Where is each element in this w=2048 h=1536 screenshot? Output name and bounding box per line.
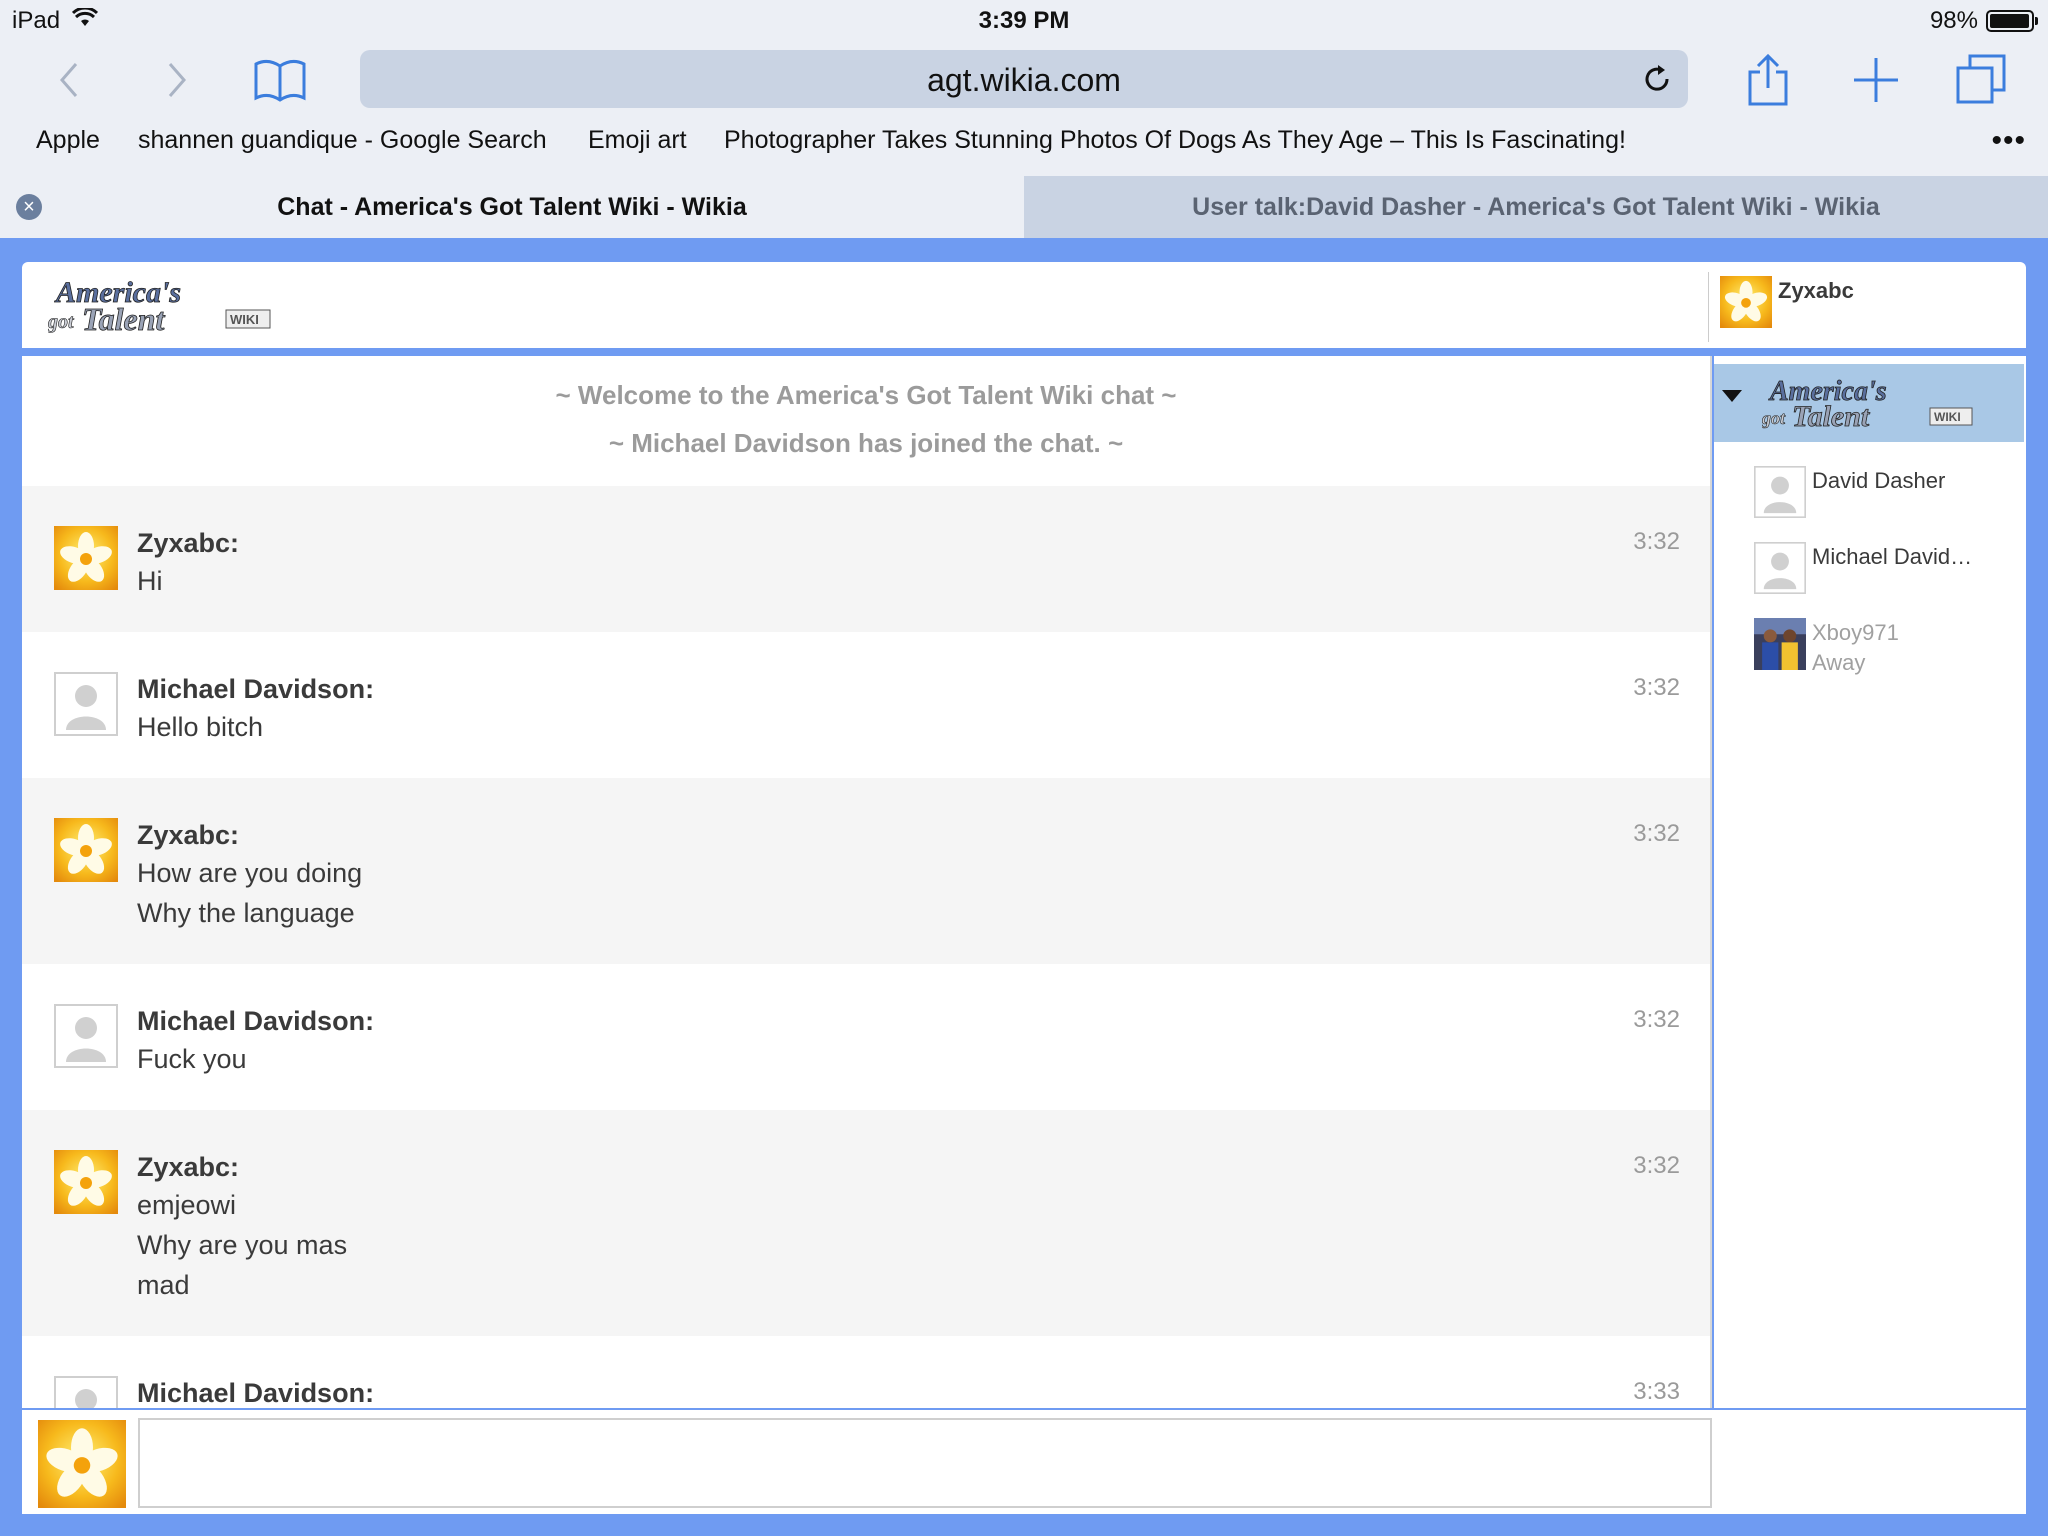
favorite-link[interactable]: Apple [36,126,100,155]
svg-text:WIKI: WIKI [1934,410,1961,424]
share-icon[interactable] [1738,50,1798,110]
chat-message: Michael Davidson: 3:33 [22,1336,1710,1408]
chat-message: Zyxabc: 3:32 emjeowi Why are you mas mad [22,1110,1710,1336]
message-text: mad [137,1270,190,1300]
chat-header: America's got Talent WIKI Zyxabc [22,262,2026,348]
user-avatar[interactable] [54,672,118,736]
user-avatar [1754,466,1806,518]
url-text: agt.wikia.com [927,62,1121,98]
user-list-item[interactable]: Michael David… [1754,542,2024,602]
tab-strip: × Chat - America's Got Talent Wiki - Wik… [0,176,2048,238]
message-text: How are you doing [137,858,363,888]
message-author[interactable]: Michael Davidson: [137,674,374,705]
battery-icon [1986,10,2038,32]
user-status: Away [1812,650,1866,675]
browser-chrome: iPad 3:39 PM 98% agt.wikia.com Apple sha… [0,0,2048,238]
message-time: 3:33 [1633,1378,1680,1405]
svg-text:got: got [48,311,75,333]
user-name: Michael David… [1812,544,1973,569]
message-text: Why the language [137,898,355,928]
svg-text:got: got [1762,408,1786,428]
user-list-panel: America's got Talent WIKI David Dasher M… [1714,356,2026,1408]
divider [1708,272,1709,342]
message-time: 3:32 [1633,674,1680,701]
reload-icon[interactable] [1640,62,1674,96]
svg-text:WIKI: WIKI [230,312,259,327]
message-input[interactable] [138,1418,1712,1508]
message-time: 3:32 [1633,528,1680,555]
user-avatar [1754,542,1806,594]
favorites-bar: Apple shannen guandique - Google Search … [0,122,2048,162]
message-text: Why are you mas [137,1230,348,1260]
room-header[interactable]: America's got Talent WIKI [1714,364,2024,442]
favorite-link[interactable]: Photographer Takes Stunning Photos Of Do… [724,126,1626,155]
user-avatar [1754,618,1806,670]
message-text: Fuck you [137,1044,247,1074]
message-text: Hello bitch [137,712,264,742]
message-author[interactable]: Michael Davidson: [137,1378,374,1408]
agt-wiki-logo: America's got Talent WIKI [1762,376,1973,433]
message-author[interactable]: Zyxabc: [137,528,239,559]
battery-percent: 98% [1929,7,1978,34]
chat-message: Zyxabc: 3:32 Hi [22,486,1710,632]
system-message: ~ Michael Davidson has joined the chat. … [608,428,1124,458]
message-composer [22,1410,2026,1514]
favorite-link[interactable]: Emoji art [588,126,687,155]
tabs-overview-icon[interactable] [1952,50,2012,110]
svg-text:Talent: Talent [82,301,166,337]
user-list-item[interactable]: David Dasher [1754,466,2024,526]
more-favorites-icon[interactable]: ••• [1991,124,2026,158]
user-list-item[interactable]: Xboy971 Away [1754,618,2024,678]
svg-text:Talent: Talent [1792,400,1871,433]
message-author[interactable]: Zyxabc: [137,1152,239,1183]
user-avatar[interactable] [54,1376,118,1408]
tab-title: User talk:David Dasher - America's Got T… [1192,193,1880,221]
user-name: Xboy971 [1812,620,1899,645]
chat-page: America's got Talent WIKI Zyxabc ~ Welco… [0,238,2048,1536]
bookmarks-book-icon[interactable] [250,50,310,110]
clock: 3:39 PM [978,7,1070,34]
message-time: 3:32 [1633,820,1680,847]
user-avatar[interactable] [54,818,118,882]
status-bar: iPad 3:39 PM 98% [0,0,2048,40]
message-author[interactable]: Michael Davidson: [137,1006,374,1037]
agt-wiki-logo[interactable]: America's got Talent WIKI [48,272,298,338]
system-message: ~ Welcome to the America's Got Talent Wi… [555,380,1177,410]
current-user-avatar [38,1420,126,1508]
message-time: 3:32 [1633,1006,1680,1033]
collapse-arrow-icon[interactable] [1722,390,1742,402]
favorite-link[interactable]: shannen guandique - Google Search [138,126,547,155]
user-avatar[interactable] [54,526,118,590]
message-text: emjeowi [137,1190,237,1220]
new-tab-plus-icon[interactable] [1846,50,1906,110]
current-user-avatar[interactable] [1720,276,1772,328]
user-avatar[interactable] [54,1150,118,1214]
chat-message: Zyxabc: 3:32 How are you doing Why the l… [22,778,1710,964]
address-bar[interactable]: agt.wikia.com [360,50,1688,108]
message-text: Hi [137,566,163,596]
chat-messages[interactable]: ~ Welcome to the America's Got Talent Wi… [22,356,1712,1408]
tab-chat[interactable]: × Chat - America's Got Talent Wiki - Wik… [0,176,1024,238]
message-author[interactable]: Zyxabc: [137,820,239,851]
current-user-name[interactable]: Zyxabc [1778,278,1854,304]
back-button[interactable] [40,50,100,110]
tab-title: Chat - America's Got Talent Wiki - Wikia [277,193,747,221]
user-avatar[interactable] [54,1004,118,1068]
tab-user-talk[interactable]: User talk:David Dasher - America's Got T… [1024,176,2048,238]
user-name: David Dasher [1812,468,1946,493]
message-time: 3:32 [1633,1152,1680,1179]
chat-message: Michael Davidson: 3:32 Fuck you [22,964,1710,1110]
chat-message: Michael Davidson: 3:32 Hello bitch [22,632,1710,778]
forward-button[interactable] [146,50,206,110]
